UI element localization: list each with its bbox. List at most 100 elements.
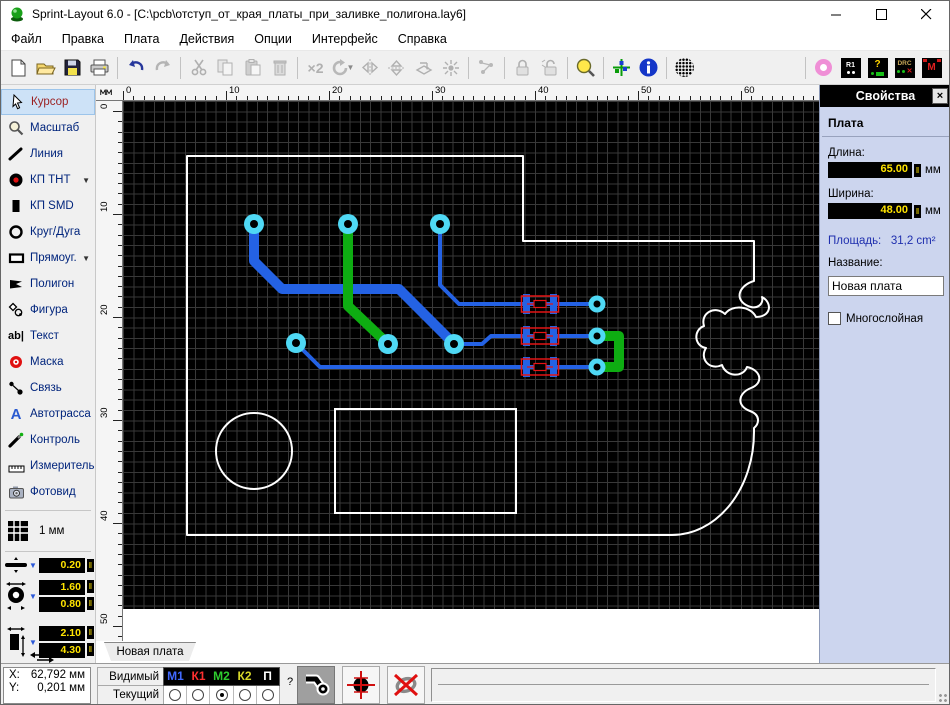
properties-header[interactable]: Свойства × bbox=[820, 85, 950, 107]
current-layer-radio-m1[interactable] bbox=[164, 686, 187, 704]
minimize-button[interactable] bbox=[814, 1, 859, 27]
layer-toggle-k2[interactable]: К2 bbox=[233, 668, 256, 685]
current-layer-radio-p[interactable] bbox=[257, 686, 279, 704]
cut-button[interactable] bbox=[185, 54, 212, 81]
maximize-button[interactable] bbox=[859, 1, 904, 27]
board-name-input[interactable] bbox=[828, 276, 944, 296]
rotate-button[interactable]: ▼ bbox=[329, 54, 356, 81]
sidebar-item-cursor[interactable]: Курсор bbox=[1, 89, 95, 115]
menu-edit[interactable]: Правка bbox=[52, 28, 114, 50]
sidebar-item-pad-tht[interactable]: КП ТНТ ▼ bbox=[1, 167, 95, 193]
smd-width-value[interactable]: 2.10 bbox=[39, 626, 85, 641]
track-width-dropdown[interactable]: ▼ bbox=[29, 561, 37, 570]
sidebar-item-label: Прямоуг. bbox=[30, 252, 77, 264]
crosshair-snap-button[interactable] bbox=[342, 666, 380, 704]
to-layer-button[interactable] bbox=[410, 54, 437, 81]
macro-r1-button[interactable]: R1 bbox=[837, 54, 864, 81]
menu-options[interactable]: Опции bbox=[244, 28, 302, 50]
sidebar-item-polygon[interactable]: Полигон bbox=[1, 271, 95, 297]
layer-toggle-m1[interactable]: М1 bbox=[164, 668, 187, 685]
hide-pour-button[interactable] bbox=[387, 666, 425, 704]
snap-crosshair-button[interactable] bbox=[608, 54, 635, 81]
delete-button[interactable] bbox=[266, 54, 293, 81]
menu-file[interactable]: Файл bbox=[1, 28, 52, 50]
layer-toggle-m2[interactable]: М2 bbox=[210, 668, 233, 685]
solder-mask-button[interactable] bbox=[810, 54, 837, 81]
ground-plane-button[interactable] bbox=[671, 54, 698, 81]
lock-button[interactable] bbox=[509, 54, 536, 81]
undo-button[interactable] bbox=[122, 54, 149, 81]
drc-button[interactable]: DRC✕ bbox=[891, 54, 918, 81]
ruler-label: 60 bbox=[744, 85, 755, 96]
current-layer-radio-k1[interactable] bbox=[187, 686, 210, 704]
mirror-vertical-button[interactable] bbox=[383, 54, 410, 81]
board-tab[interactable]: Новая плата bbox=[104, 642, 196, 661]
current-layer-radio-k2[interactable] bbox=[234, 686, 257, 704]
sidebar-item-autoroute[interactable]: A Автотрасса bbox=[1, 401, 95, 427]
grid-selector[interactable]: 1 мм bbox=[1, 516, 95, 546]
info-button[interactable] bbox=[635, 54, 662, 81]
new-file-button[interactable] bbox=[5, 54, 32, 81]
pad-size-dropdown[interactable]: ▼ bbox=[29, 592, 37, 601]
macro-library-button[interactable]: M bbox=[918, 54, 945, 81]
smd-size-dropdown[interactable]: ▼ bbox=[29, 638, 37, 647]
connections-button[interactable] bbox=[473, 54, 500, 81]
sidebar-item-mask[interactable]: Маска bbox=[1, 349, 95, 375]
sidebar-item-pad-smd[interactable]: КП SMD bbox=[1, 193, 95, 219]
pcb-document[interactable] bbox=[123, 101, 819, 609]
smd-width-grip[interactable]: ‖ bbox=[87, 626, 94, 639]
collapse-button[interactable] bbox=[437, 54, 464, 81]
component-help-button[interactable]: ? bbox=[864, 54, 891, 81]
sidebar-item-measure[interactable]: Измеритель bbox=[1, 453, 95, 479]
copy-button[interactable] bbox=[212, 54, 239, 81]
width-grip[interactable]: ‖ bbox=[914, 205, 921, 218]
save-button[interactable] bbox=[59, 54, 86, 81]
sidebar-item-connection[interactable]: Связь bbox=[1, 375, 95, 401]
menu-actions[interactable]: Действия bbox=[169, 28, 244, 50]
layer-help[interactable]: ? bbox=[287, 676, 293, 688]
rectangle-dropdown[interactable]: ▼ bbox=[82, 254, 90, 263]
properties-close-button[interactable]: × bbox=[932, 88, 948, 104]
track-width-value[interactable]: 0.20 bbox=[39, 558, 85, 573]
pcb-canvas[interactable] bbox=[123, 101, 819, 641]
pad-hole-grip[interactable]: ‖ bbox=[87, 597, 94, 610]
sidebar-item-shape[interactable]: Фигура bbox=[1, 297, 95, 323]
pad-hole-value[interactable]: 0.80 bbox=[39, 597, 85, 612]
unlock-button[interactable] bbox=[536, 54, 563, 81]
menu-board[interactable]: Плата bbox=[114, 28, 170, 50]
rotate-dropdown-caret[interactable]: ▼ bbox=[347, 63, 355, 72]
duplicate-x2-button[interactable]: ×2 bbox=[302, 54, 329, 81]
layer-toggle-p[interactable]: П bbox=[256, 668, 279, 685]
pad-tht-dropdown[interactable]: ▼ bbox=[82, 176, 90, 185]
sidebar-item-line[interactable]: Линия bbox=[1, 141, 95, 167]
redo-button[interactable] bbox=[149, 54, 176, 81]
width-value[interactable]: 48.00 bbox=[828, 203, 912, 219]
resize-grip[interactable] bbox=[938, 693, 948, 703]
print-button[interactable] bbox=[86, 54, 113, 81]
open-file-button[interactable] bbox=[32, 54, 59, 81]
zoom-region-button[interactable] bbox=[572, 54, 599, 81]
sidebar-item-test[interactable]: Контроль bbox=[1, 427, 95, 453]
multilayer-checkbox[interactable] bbox=[828, 312, 841, 325]
sidebar-item-circle-arc[interactable]: Круг/Дуга bbox=[1, 219, 95, 245]
mirror-horizontal-button[interactable] bbox=[356, 54, 383, 81]
pad-outer-value[interactable]: 1.60 bbox=[39, 580, 85, 595]
track-bend-mode-button[interactable] bbox=[297, 666, 335, 704]
paste-button[interactable] bbox=[239, 54, 266, 81]
pad-outer-grip[interactable]: ‖ bbox=[87, 580, 94, 593]
sidebar-item-rectangle[interactable]: Прямоуг. ▼ bbox=[1, 245, 95, 271]
layer-toggle-k1[interactable]: К1 bbox=[187, 668, 210, 685]
sidebar-item-zoom[interactable]: Масштаб bbox=[1, 115, 95, 141]
sidebar-item-photoview[interactable]: Фотовид bbox=[1, 479, 95, 505]
multilayer-row[interactable]: Многослойная bbox=[820, 296, 950, 325]
length-value[interactable]: 65.00 bbox=[828, 162, 912, 178]
track-width-grip[interactable]: ‖ bbox=[87, 559, 94, 572]
length-grip[interactable]: ‖ bbox=[914, 164, 921, 177]
sidebar-item-text[interactable]: ab| Текст bbox=[1, 323, 95, 349]
menu-interface[interactable]: Интерфейс bbox=[302, 28, 388, 50]
smd-height-grip[interactable]: ‖ bbox=[87, 643, 94, 656]
menu-help[interactable]: Справка bbox=[388, 28, 457, 50]
width-label: Ширина: bbox=[820, 178, 950, 203]
close-button[interactable] bbox=[904, 1, 949, 27]
current-layer-radio-m2[interactable] bbox=[210, 686, 233, 704]
